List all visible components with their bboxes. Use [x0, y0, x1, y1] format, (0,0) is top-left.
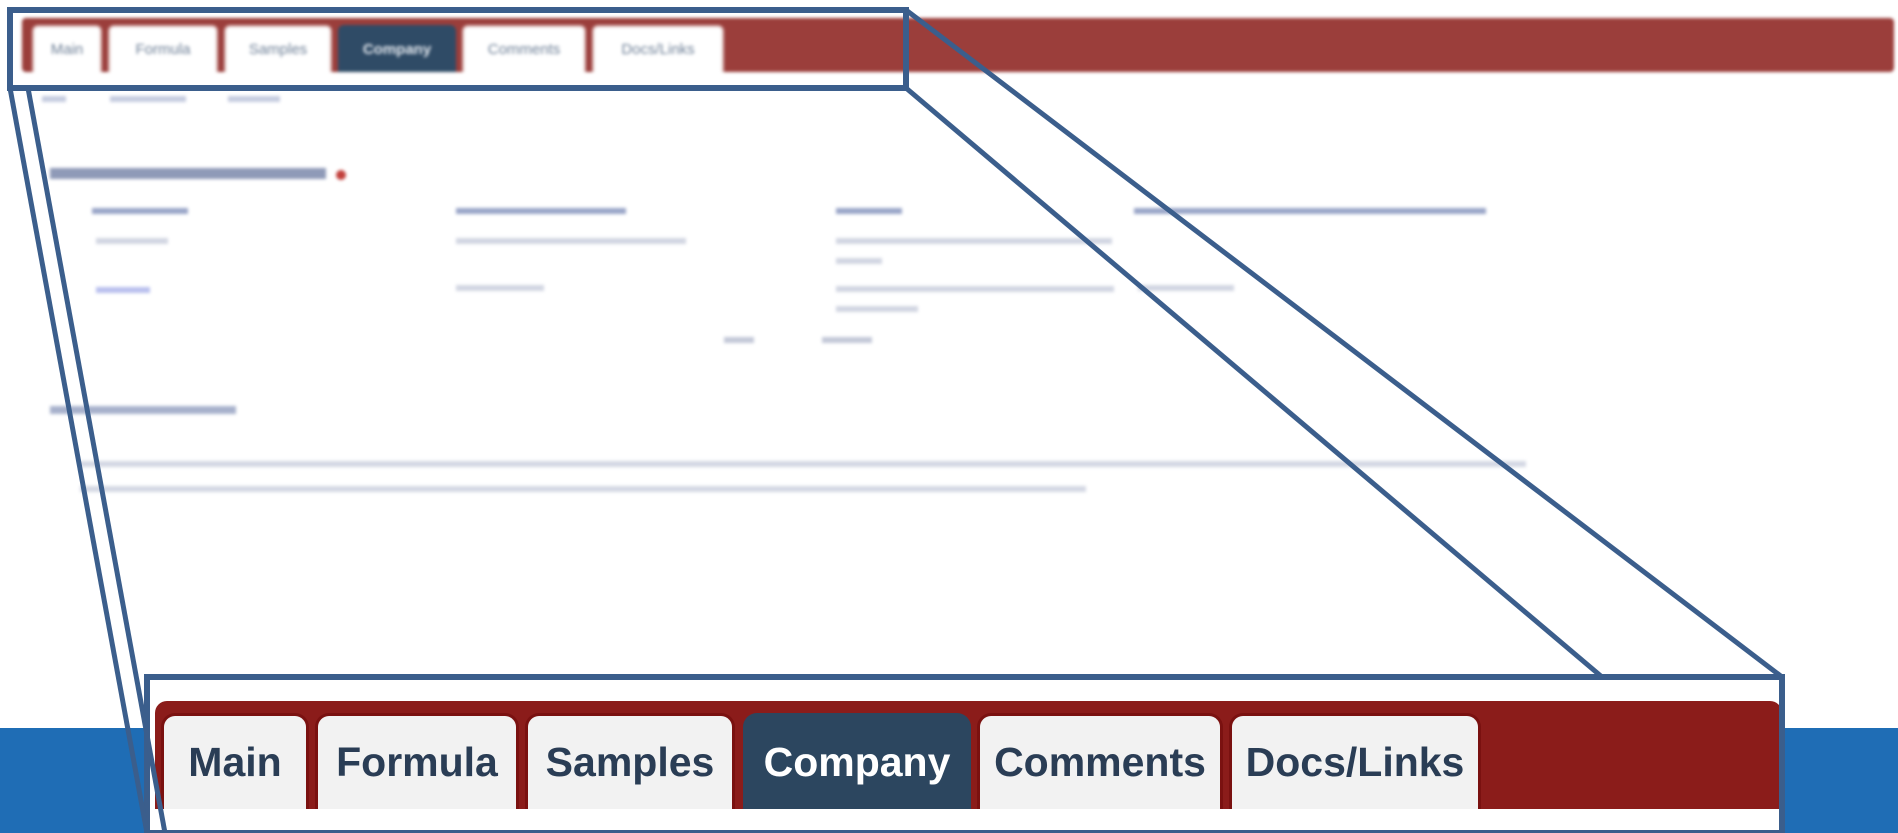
blurred-action-link[interactable] — [822, 337, 872, 343]
blurred-subnav — [110, 96, 186, 102]
blurred-statement-line — [80, 486, 1086, 492]
blurred-action-link[interactable] — [724, 337, 754, 343]
blurred-section-heading — [50, 168, 326, 179]
tab-samples[interactable]: Samples — [525, 713, 735, 809]
bg-tab-company[interactable]: Company — [338, 25, 456, 72]
annotated-screenshot: Main Formula Samples Company Comments Do… — [0, 0, 1898, 833]
blurred-subnav — [228, 96, 280, 102]
bg-tab-samples-label: Samples — [248, 41, 308, 58]
bg-tab-comments-label: Comments — [487, 41, 561, 58]
bg-tab-formula-label: Formula — [135, 41, 191, 58]
blurred-table-cell — [456, 285, 544, 291]
tab-docs-links[interactable]: Docs/Links — [1229, 713, 1481, 809]
tab-formula-label: Formula — [336, 739, 498, 785]
blurred-statement-line — [80, 461, 1526, 467]
blurred-table-cell — [836, 306, 918, 312]
tab-samples-label: Samples — [545, 739, 715, 785]
blurred-table-cell — [836, 238, 1112, 244]
tab-company-label: Company — [763, 739, 951, 785]
tab-comments-label: Comments — [994, 739, 1206, 785]
blurred-column-header — [92, 208, 188, 214]
zoomed-tab-strip: Main Formula Samples Company Comments Do… — [147, 677, 1782, 833]
blurred-column-header — [836, 208, 902, 214]
blurred-table-cell — [96, 238, 168, 244]
blurred-table-cell — [836, 286, 1114, 292]
tab-docs-links-label: Docs/Links — [1245, 739, 1465, 785]
bg-tab-samples[interactable]: Samples — [224, 25, 332, 72]
blurred-column-header — [1134, 208, 1486, 214]
bg-tab-main-label: Main — [50, 41, 84, 58]
bg-tab-formula[interactable]: Formula — [108, 25, 218, 72]
blurred-table-cell — [1138, 285, 1234, 291]
bg-tab-company-label: Company — [362, 41, 432, 58]
bg-tab-docs-links-label: Docs/Links — [621, 41, 695, 58]
tab-main[interactable]: Main — [161, 713, 309, 809]
bg-tab-comments[interactable]: Comments — [462, 25, 586, 72]
tab-main-label: Main — [188, 739, 282, 785]
tab-company[interactable]: Company — [743, 713, 971, 809]
blurred-table-cell — [456, 238, 686, 244]
blurred-column-header — [456, 208, 626, 214]
blurred-statement-heading — [50, 406, 236, 414]
required-marker — [336, 170, 346, 180]
blurred-subnav — [42, 96, 66, 102]
bg-tab-docs-links[interactable]: Docs/Links — [592, 25, 724, 72]
bg-tab-main[interactable]: Main — [32, 25, 102, 72]
tab-comments[interactable]: Comments — [977, 713, 1223, 809]
blurred-table-cell — [836, 258, 882, 264]
tab-formula[interactable]: Formula — [315, 713, 519, 809]
blurred-table-link[interactable] — [96, 287, 150, 293]
